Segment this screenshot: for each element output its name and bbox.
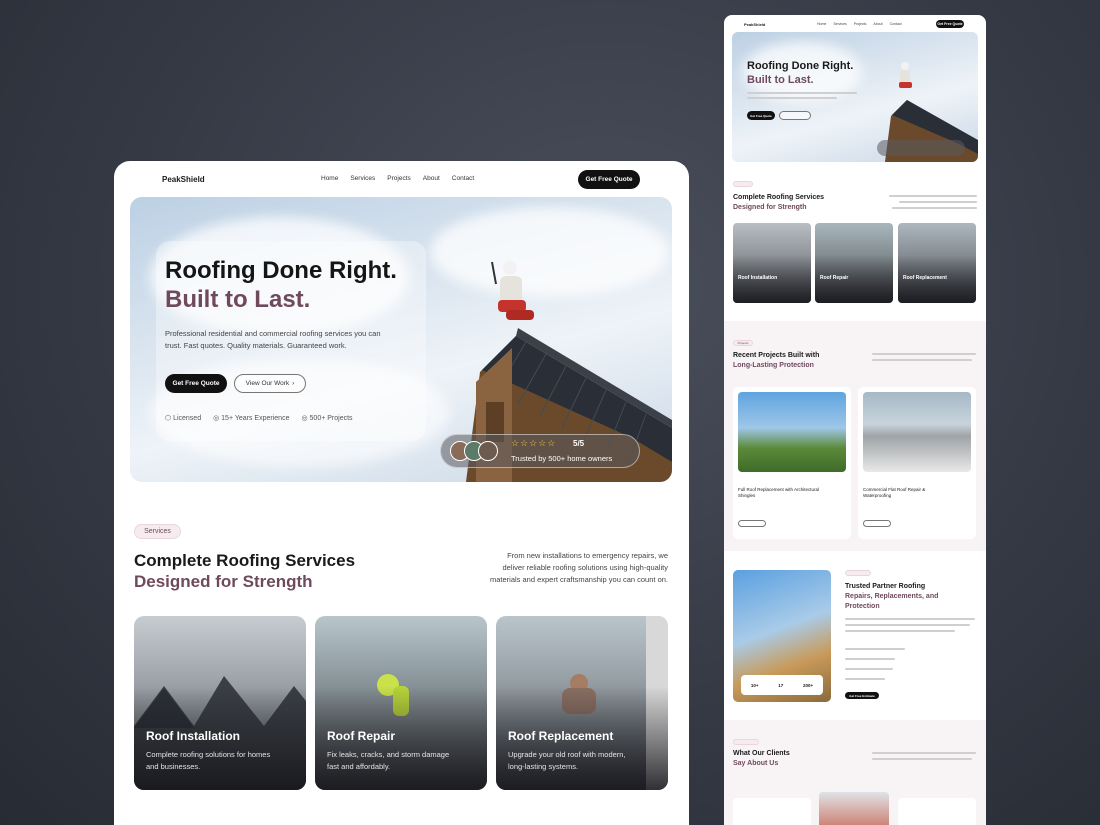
desktop-preview: PeakShield Home Services Projects About … <box>114 161 689 825</box>
service-card-repair[interactable]: Roof Repair <box>815 223 893 303</box>
projects-subtitle: Long-Lasting Protection <box>733 362 814 369</box>
about-subtitle: Protection <box>845 603 880 610</box>
hero-description: Professional residential and commercial … <box>165 329 381 350</box>
shield-icon: ⬡ <box>165 415 174 422</box>
card-title: Roof Repair <box>820 275 849 281</box>
testimonials-section: What Our Clients Say About Us <box>724 720 986 825</box>
star-icon: ☆☆☆☆☆ <box>511 438 557 448</box>
view-project-button[interactable] <box>863 520 891 527</box>
services-subtitle: Designed for Strength <box>134 572 313 591</box>
nav-projects[interactable]: Projects <box>387 175 410 182</box>
testimonials-title: What Our Clients <box>733 750 790 757</box>
feature-projects: ◎ 500+ Projects <box>301 415 353 422</box>
about-subtitle: Repairs, Replacements, and <box>845 593 939 600</box>
nav-contact[interactable]: Contact <box>890 22 902 26</box>
testimonial-card <box>733 798 811 825</box>
testimonials-pill <box>733 739 759 745</box>
project-title: Full Roof Replacement with Architectural… <box>738 487 820 498</box>
projects-pill: Projects <box>733 340 753 346</box>
testimonial-image <box>819 792 889 825</box>
card-title: Roof Replacement <box>508 729 614 743</box>
nav-home[interactable]: Home <box>321 175 338 182</box>
testimonials-subtitle: Say About Us <box>733 760 779 767</box>
view-work-button[interactable]: View Our Work › <box>234 374 306 393</box>
about-pill <box>845 570 871 576</box>
service-card-replacement[interactable]: Roof Replacement <box>898 223 976 303</box>
nav-about[interactable]: About <box>423 175 440 182</box>
trust-badge: ☆☆☆☆☆ 5/5 Trusted by 500+ home owners <box>440 434 640 468</box>
feature-licensed: ⬡ Licensed <box>165 415 202 422</box>
hero-features: ⬡ Licensed ◎ 15+ Years Experience ◎ 500+… <box>165 414 353 422</box>
nav-services[interactable]: Services <box>833 22 846 26</box>
hero-quote-button[interactable]: Get Free Quote <box>747 111 775 120</box>
card-title: Roof Repair <box>327 729 396 743</box>
services-subtitle: Designed for Strength <box>733 204 807 211</box>
hero-title: Roofing Done Right. <box>165 257 397 284</box>
main-nav: Home Services Projects About Contact <box>817 22 902 26</box>
header-quote-button[interactable]: Get Free Quote <box>936 20 964 28</box>
card-title: Roof Installation <box>738 275 778 281</box>
rating-value: 5/5 <box>573 439 585 448</box>
services-pill: Services <box>134 524 181 539</box>
services-title: Complete Roofing Services <box>134 551 356 570</box>
project-card[interactable]: Commercial Flat Roof Repair & Waterproofi… <box>858 387 976 539</box>
services-pill <box>733 181 753 187</box>
about-image: 10+ 17 200+ <box>733 570 831 702</box>
card-description: Fix leaks, cracks, and storm damage fast … <box>327 750 450 771</box>
trust-badge <box>877 140 965 156</box>
project-card[interactable]: Full Roof Replacement with Architectural… <box>733 387 851 539</box>
about-title: Trusted Partner Roofing <box>845 583 926 590</box>
chevron-right-icon: › <box>292 380 295 387</box>
brand-logo[interactable]: PeakShield <box>162 175 205 184</box>
nav-services[interactable]: Services <box>350 175 375 182</box>
hero-title: Roofing Done Right. <box>747 60 854 72</box>
hero-quote-button[interactable]: Get Free Quote <box>165 374 227 393</box>
project-title: Commercial Flat Roof Repair & Waterproofi… <box>863 487 926 498</box>
nav-contact[interactable]: Contact <box>452 175 474 182</box>
hero-banner: Roofing Done Right. Built to Last. Profe… <box>130 197 672 482</box>
card-description: Upgrade your old roof with modern, long-l… <box>508 750 626 771</box>
services-intro: From new installations to emergency repa… <box>489 551 668 584</box>
hero-banner: Roofing Done Right. Built to Last. Get F… <box>732 32 978 162</box>
full-page-preview: PeakShield Home Services Projects About … <box>724 15 986 825</box>
nav-projects[interactable]: Projects <box>854 22 867 26</box>
main-nav: Home Services Projects About Contact <box>321 175 474 182</box>
projects-title: Recent Projects Built with <box>733 352 820 359</box>
services-title: Complete Roofing Services <box>733 194 825 201</box>
feature-experience: ◎ 15+ Years Experience <box>213 415 290 422</box>
card-description: Complete roofing solutions for homes and … <box>146 750 271 771</box>
hero-subtitle: Built to Last. <box>165 286 311 313</box>
brand-logo[interactable]: PeakShield <box>744 22 765 27</box>
view-project-button[interactable] <box>738 520 766 527</box>
view-work-button[interactable] <box>779 111 811 120</box>
hero-subtitle: Built to Last. <box>747 74 814 86</box>
testimonial-card <box>898 798 976 825</box>
service-card-installation[interactable]: Roof Installation <box>733 223 811 303</box>
avatar <box>478 441 498 461</box>
trusted-text: Trusted by 500+ home owners <box>511 454 613 463</box>
card-title: Roof Installation <box>146 729 240 743</box>
nav-home[interactable]: Home <box>817 22 826 26</box>
globe-icon: ◎ <box>213 415 222 422</box>
card-title: Roof Replacement <box>903 275 947 281</box>
service-card-repair[interactable]: Roof Repair Fix leaks, cracks, and storm… <box>315 616 487 790</box>
nav-about[interactable]: About <box>873 22 882 26</box>
service-card-installation[interactable]: Roof Installation Complete roofing solut… <box>134 616 306 790</box>
globe-icon: ◎ <box>301 415 310 422</box>
estimate-button[interactable]: Get Free Estimate <box>845 692 879 699</box>
projects-section: Projects Recent Projects Built with Long… <box>724 321 986 551</box>
header-quote-button[interactable]: Get Free Quote <box>578 170 640 189</box>
service-card-replacement[interactable]: Roof Replacement Upgrade your old roof w… <box>496 616 668 790</box>
about-stats: 10+ 17 200+ <box>741 675 823 695</box>
